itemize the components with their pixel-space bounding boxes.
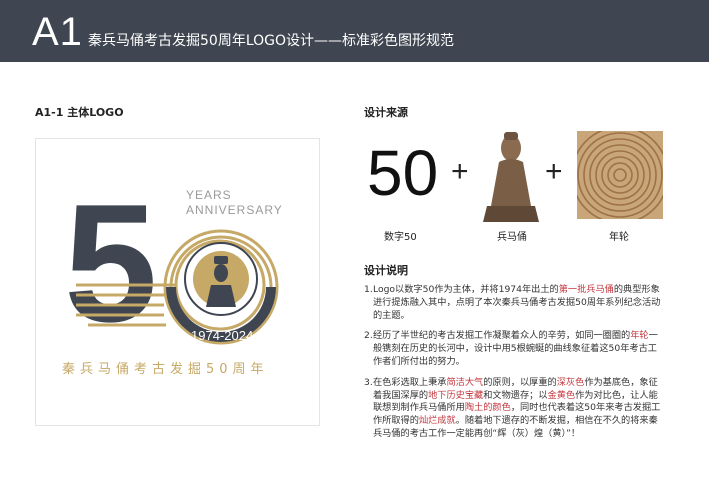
source-number-50: 50: [367, 137, 439, 209]
note-index: 1.: [364, 284, 373, 295]
note-index: 2.: [364, 330, 373, 342]
logo-chinese-name: 秦兵马俑考古发掘50周年: [62, 361, 269, 377]
tree-rings-image: [577, 131, 663, 219]
logo-dates: 1974-2024: [191, 328, 253, 343]
plus-sign-2: +: [545, 155, 563, 188]
main-logo-section-title: A1-1 主体LOGO: [35, 106, 124, 119]
logo-card: 5 YEARS ANNIVERSARY 1974-2024 秦兵马俑考古发掘50…: [35, 138, 320, 426]
note-index: 3.: [364, 376, 373, 388]
terracotta-warrior-image: [481, 126, 541, 222]
logo-anniversary-text: ANNIVERSARY: [186, 203, 283, 217]
page-title: 秦兵马俑考古发掘50周年LOGO设计——标准彩色图形规范: [88, 33, 455, 49]
design-notes-list: 1. Logo以数字50作为主体，并将1974年出土的第一批兵马俑的典型形象进行提…: [364, 284, 664, 449]
anniversary-logo: 5 YEARS ANNIVERSARY 1974-2024 秦兵马俑考古发掘50…: [62, 169, 283, 377]
caption-warrior: 兵马俑: [497, 232, 527, 243]
logo-years-text: YEARS: [186, 188, 232, 202]
design-notes-title: 设计说明: [364, 264, 408, 277]
note-item: 3. 在色彩选取上秉承简洁大气的原则，以厚重的深灰色作为基底色，象征着我国深厚的地…: [364, 376, 661, 439]
caption-tree-rings: 年轮: [609, 232, 629, 243]
section-code: A1: [32, 10, 83, 54]
logo-numeral-5: 5: [64, 169, 157, 357]
page-header: A1 秦兵马俑考古发掘50周年LOGO设计——标准彩色图形规范: [0, 0, 709, 62]
plus-sign-1: +: [451, 155, 469, 188]
note-item: 1. Logo以数字50作为主体，并将1974年出土的第一批兵马俑的典型形象进行提…: [364, 284, 661, 321]
caption-number-50: 数字50: [384, 232, 417, 243]
note-item: 2. 经历了半世纪的考古发掘工作凝聚着众人的辛劳，如同一圈圈的年轮一般镌刻在历史的…: [364, 330, 658, 367]
design-source-title: 设计来源: [364, 106, 408, 119]
